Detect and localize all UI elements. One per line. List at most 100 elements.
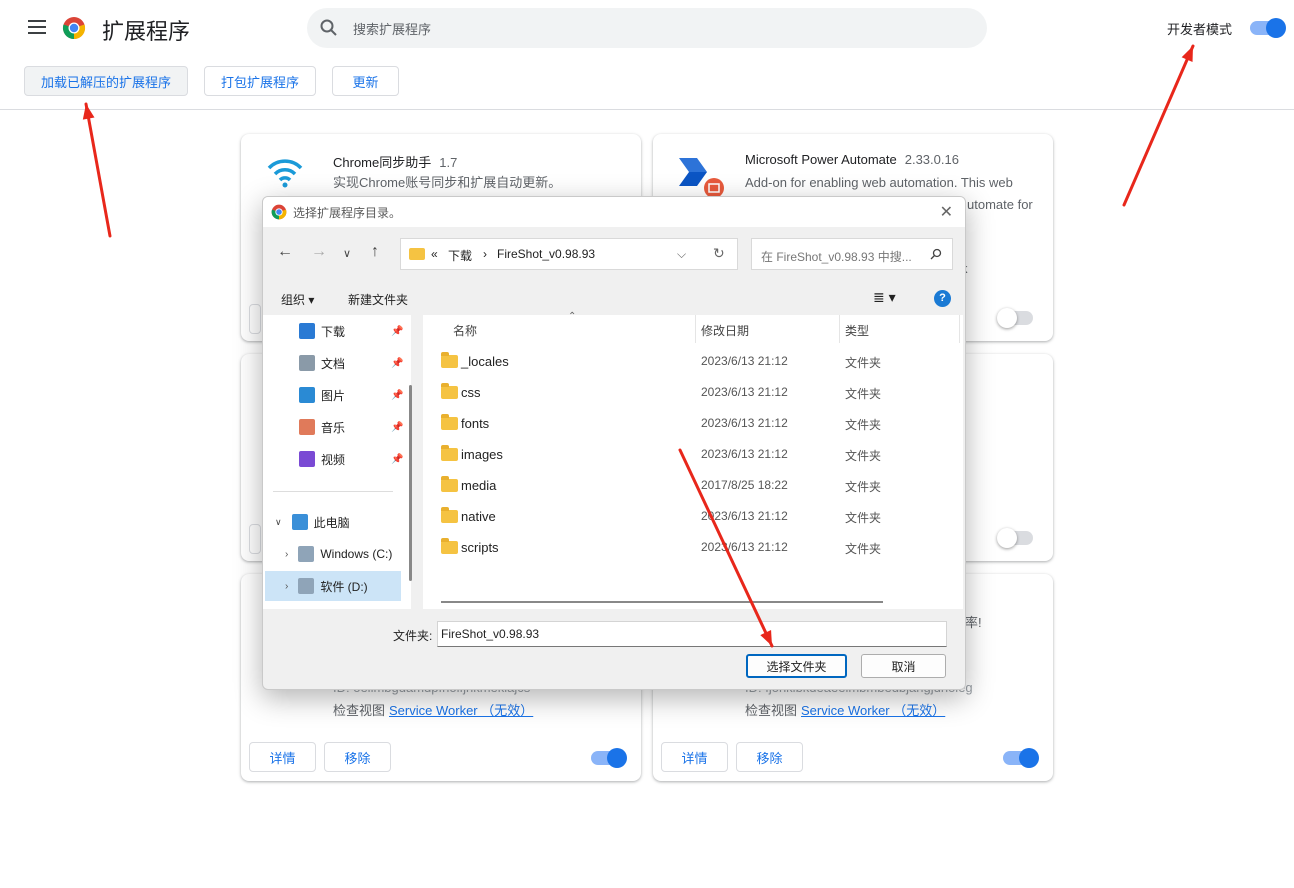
refresh-icon[interactable]: ↻ (713, 245, 725, 262)
nav-item-0[interactable]: 下载 📌 (299, 316, 437, 346)
remove-button[interactable]: 移除 (736, 742, 803, 772)
back-icon[interactable]: ← (277, 243, 293, 261)
quick-access-icon (299, 419, 315, 435)
file-row[interactable]: fonts 2023/6/13 21:12 文件夹 (423, 409, 953, 440)
nav-item-4[interactable]: 视频 📌 (299, 444, 437, 474)
load-unpacked-button[interactable]: 加载已解压的扩展程序 (24, 66, 188, 96)
chevron-down-icon[interactable]: ⌵ (677, 247, 686, 262)
extension-enable-toggle[interactable] (1003, 748, 1039, 768)
update-button[interactable]: 更新 (332, 66, 399, 96)
dev-mode-toggle[interactable] (1250, 18, 1286, 38)
annotation-arrowhead-0 (82, 104, 95, 120)
file-row[interactable]: scripts 2023/6/13 21:12 文件夹 (423, 533, 953, 564)
pin-icon[interactable]: 📌 (391, 422, 403, 433)
menu-icon[interactable] (28, 20, 46, 34)
nav-this-pc[interactable]: ∨ 此电脑 (275, 507, 413, 537)
nav-item-1[interactable]: 文档 📌 (299, 348, 437, 378)
file-name: fonts (461, 416, 490, 431)
close-icon[interactable]: ✕ (940, 202, 953, 222)
folder-icon (441, 476, 458, 492)
chrome-logo-icon (62, 17, 86, 40)
service-worker-link[interactable]: Service Worker （无效） (389, 703, 533, 718)
file-row[interactable]: native 2023/6/13 21:12 文件夹 (423, 502, 953, 533)
pin-icon[interactable]: 📌 (391, 326, 403, 337)
extension-description-fragment: 率! (965, 615, 982, 630)
inspect-views: 检查视图 Service Worker （无效） (745, 703, 946, 718)
breadcrumb-separator: › (483, 247, 487, 261)
breadcrumb-current[interactable]: FireShot_v0.98.93 (497, 247, 595, 261)
extension-enable-toggle[interactable] (997, 308, 1033, 328)
breadcrumb-downloads[interactable]: 下载 (448, 247, 472, 264)
extension-description: 实现Chrome账号同步和扩展自动更新。 (333, 175, 562, 190)
file-name: css (461, 385, 481, 400)
help-icon[interactable]: ? (934, 290, 951, 307)
file-row[interactable]: images 2023/6/13 21:12 文件夹 (423, 440, 953, 471)
extension-name: Microsoft Power Automate 2.33.0.16 (745, 152, 959, 167)
search-placeholder[interactable]: 搜索扩展程序 (353, 19, 431, 38)
file-row[interactable]: _locales 2023/6/13 21:12 文件夹 (423, 347, 953, 378)
command-bar: 组织 ▾ 新建文件夹 ≣ ▾ ? (263, 283, 965, 315)
forward-icon[interactable]: → (311, 243, 327, 261)
details-button-partial[interactable] (249, 304, 261, 334)
nav-item-2[interactable]: 图片 📌 (299, 380, 437, 410)
file-row[interactable]: css 2023/6/13 21:12 文件夹 (423, 378, 953, 409)
pin-icon[interactable]: 📌 (391, 390, 403, 401)
new-folder-button[interactable]: 新建文件夹 (348, 291, 408, 308)
details-button-partial[interactable] (249, 524, 261, 554)
extension-enable-toggle[interactable] (591, 748, 627, 768)
nav-item-3[interactable]: 音乐 📌 (299, 412, 437, 442)
file-type: 文件夹 (845, 480, 882, 494)
folder-label: 文件夹: (393, 629, 433, 643)
nav-drive-c[interactable]: › Windows (C:) (285, 539, 423, 569)
file-row[interactable]: media 2017/8/25 18:22 文件夹 (423, 471, 953, 502)
nav-drive-d[interactable]: › 软件 (D:) (265, 571, 401, 601)
file-date: 2023/6/13 21:12 (701, 509, 788, 523)
address-bar[interactable]: « 下载 › FireShot_v0.98.93 ⌵ ↻ (400, 238, 738, 270)
search-icon (930, 248, 942, 260)
folder-icon (409, 248, 425, 260)
folder-icon (441, 507, 458, 523)
file-name: native (461, 509, 496, 524)
column-name[interactable]: 名称 (453, 322, 477, 339)
pin-icon[interactable]: 📌 (391, 358, 403, 369)
folder-name-input[interactable]: FireShot_v0.98.93 (437, 621, 947, 647)
recent-locations-icon[interactable]: ∨ (343, 247, 351, 260)
extension-enable-toggle[interactable] (997, 528, 1033, 548)
file-type: 文件夹 (845, 356, 882, 370)
details-button[interactable]: 详情 (661, 742, 728, 772)
pack-extension-button[interactable]: 打包扩展程序 (204, 66, 316, 96)
column-separator (959, 315, 960, 343)
navigation-pane: 下载 📌 文档 📌 图片 📌 音乐 📌 视频 📌 ∨ 此电脑 › Windows (C:) › 软… (263, 315, 413, 609)
quick-access-icon (299, 323, 315, 339)
nav-scrollbar[interactable] (409, 385, 412, 581)
folder-search-placeholder: 在 FireShot_v0.98.93 中搜... (761, 250, 912, 264)
organize-menu[interactable]: 组织 ▾ (281, 291, 314, 308)
view-options-icon[interactable]: ≣ ▾ (873, 289, 896, 306)
inspect-views: 检查视图 Service Worker （无效） (333, 703, 534, 718)
folder-search-input[interactable]: 在 FireShot_v0.98.93 中搜... (751, 238, 953, 270)
column-date[interactable]: 修改日期 (701, 322, 749, 339)
file-type: 文件夹 (845, 387, 882, 401)
nav-divider (273, 491, 393, 492)
quick-access-icon (299, 355, 315, 371)
cancel-button[interactable]: 取消 (861, 654, 946, 678)
file-type: 文件夹 (845, 542, 882, 556)
horizontal-scrollbar[interactable] (441, 601, 883, 603)
search-bar[interactable]: 搜索扩展程序 (307, 8, 987, 48)
quick-access-icon (299, 387, 315, 403)
folder-icon (441, 414, 458, 430)
file-name: _locales (461, 354, 509, 369)
column-type[interactable]: 类型 (845, 322, 869, 339)
service-worker-link[interactable]: Service Worker （无效） (801, 703, 945, 718)
breadcrumb-overflow[interactable]: « (431, 247, 438, 261)
folder-icon (441, 383, 458, 399)
pin-icon[interactable]: 📌 (391, 454, 403, 465)
dialog-title: 选择扩展程序目录。 (293, 206, 402, 220)
up-icon[interactable]: ↑ (371, 243, 379, 261)
header-divider (0, 109, 1294, 110)
select-folder-button[interactable]: 选择文件夹 (746, 654, 847, 678)
remove-button[interactable]: 移除 (324, 742, 391, 772)
extension-name: Chrome同步助手 1.7 (333, 155, 458, 170)
details-button[interactable]: 详情 (249, 742, 316, 772)
dialog-titlebar[interactable]: 选择扩展程序目录。 ✕ (263, 197, 965, 227)
